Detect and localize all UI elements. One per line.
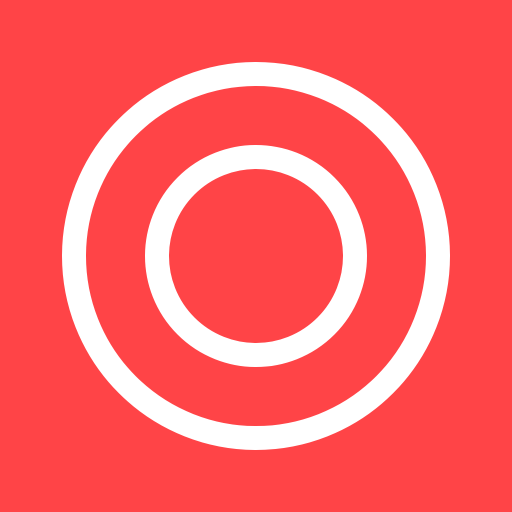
- app-icon-canvas: [0, 0, 512, 512]
- concentric-circles-icon: [0, 0, 512, 512]
